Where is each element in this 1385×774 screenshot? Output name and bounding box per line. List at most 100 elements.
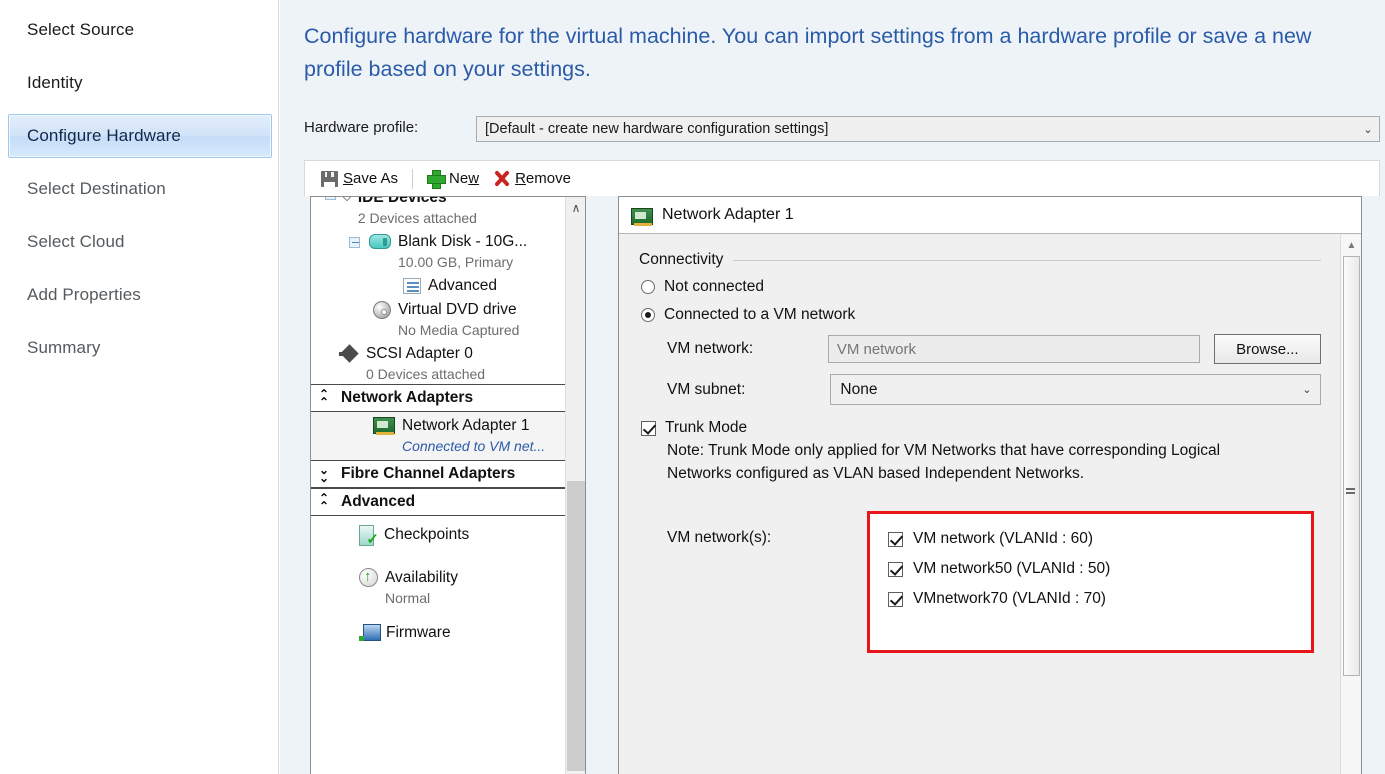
tree-node-sublabel: Normal [385, 590, 430, 606]
tree-group-fibre-channel-adapters[interactable]: ⌄⌄ Fibre Channel Adapters [311, 460, 566, 488]
expand-box-icon[interactable] [325, 196, 342, 205]
hardware-device-tree[interactable]: ⌵ IDE Devices 2 Devices attached Blank D… [310, 196, 586, 774]
disk-icon [369, 234, 391, 249]
device-detail-panel: Network Adapter 1 Connectivity Not conne… [618, 196, 1362, 774]
tree-scrollbar[interactable]: ∧ [565, 197, 585, 774]
wizard-step-label: Identity [27, 73, 83, 93]
save-as-button[interactable]: Save As [314, 165, 405, 193]
tree-group-network-adapters[interactable]: ⌃⌃ Network Adapters [311, 384, 566, 412]
tree-node-ide-devices[interactable]: ⌵ IDE Devices 2 Devices attached [311, 196, 566, 228]
tree-node-availability[interactable]: Availability Normal [311, 545, 566, 608]
firmware-icon [359, 624, 379, 641]
tree-node-sublabel: Connected to VM net... [402, 438, 545, 454]
chevron-down-icon: ⌄ [1294, 383, 1320, 396]
radio-button-icon[interactable] [641, 280, 655, 294]
tree-node-network-adapter-1[interactable]: Network Adapter 1 Connected to VM net... [311, 412, 566, 460]
connectivity-legend-text: Connectivity [639, 251, 723, 269]
tree-node-label: SCSI Adapter 0 [366, 345, 473, 362]
availability-icon [359, 568, 378, 587]
vm-subnet-select[interactable]: None ⌄ [830, 374, 1321, 405]
vm-network-item-label: VM network50 (VLANId : 50) [913, 560, 1110, 578]
vm-network-label: VM network: [667, 340, 828, 358]
radio-connected-label: Connected to a VM network [664, 306, 855, 324]
tree-node-sublabel: 0 Devices attached [366, 366, 485, 382]
wizard-step-identity[interactable]: Identity [8, 61, 272, 105]
trunk-mode-label: Trunk Mode [665, 419, 747, 437]
save-as-label: Save As [343, 170, 398, 187]
scrollbar-grip-icon [1346, 488, 1355, 496]
expand-box-icon[interactable] [349, 235, 364, 253]
hardware-profile-toolbar: Save As New Remove [304, 160, 1380, 196]
tree-node-label: Firmware [386, 622, 451, 643]
vm-network-list-item[interactable]: VMnetwork70 (VLANId : 70) [888, 584, 1311, 614]
tree-group-label: Fibre Channel Adapters [341, 465, 515, 483]
tree-node-blank-disk[interactable]: Blank Disk - 10G... 10.00 GB, Primary [311, 228, 566, 272]
tree-node-firmware[interactable]: Firmware [311, 608, 566, 643]
tree-group-advanced[interactable]: ⌃⌃ Advanced [311, 488, 566, 516]
new-label: New [449, 170, 479, 187]
connectivity-group-label: Connectivity [639, 251, 1321, 269]
wizard-step-select-source[interactable]: Select Source [8, 8, 272, 52]
scroll-up-arrow-icon[interactable]: ▲ [1341, 235, 1362, 255]
radio-not-connected[interactable]: Not connected [641, 278, 1321, 296]
wizard-step-select-cloud[interactable]: Select Cloud [8, 220, 272, 264]
tree-node-advanced-disk[interactable]: Advanced [311, 272, 566, 296]
tree-node-label: IDE Devices [358, 196, 447, 206]
chevron-double-up-icon[interactable]: ⌃⌃ [319, 494, 341, 510]
remove-button[interactable]: Remove [486, 165, 578, 193]
vm-network-list-item[interactable]: VM network50 (VLANId : 50) [888, 554, 1311, 584]
wizard-step-label: Select Source [27, 20, 134, 40]
chevron-double-down-icon[interactable]: ⌄⌄ [319, 466, 341, 482]
wizard-step-nav: Select Source Identity Configure Hardwar… [0, 0, 279, 774]
detail-scrollbar[interactable]: ▲ [1340, 235, 1361, 774]
scroll-up-arrow-icon[interactable]: ∧ [566, 197, 586, 219]
chevron-down-icon[interactable]: ⌵ [342, 196, 352, 206]
tree-node-label: Virtual DVD drive [398, 301, 517, 318]
radio-connected-to-vm-network[interactable]: Connected to a VM network [641, 306, 1321, 324]
group-rule [733, 260, 1321, 261]
chevron-double-up-icon[interactable]: ⌃⌃ [319, 390, 341, 406]
vm-network-field-row: VM network: VM network Browse... [667, 334, 1321, 364]
checkbox-icon[interactable] [888, 592, 903, 607]
advanced-icon [403, 278, 421, 294]
page-title: Configure hardware for the virtual machi… [304, 20, 1334, 86]
hardware-profile-select[interactable]: [Default - create new hardware configura… [476, 116, 1380, 142]
tree-scrollbar-thumb[interactable] [567, 481, 585, 771]
detail-scrollbar-thumb[interactable] [1343, 256, 1360, 676]
checkpoints-icon [359, 525, 377, 544]
wizard-step-add-properties[interactable]: Add Properties [8, 273, 272, 317]
hardware-profile-label: Hardware profile: [304, 119, 418, 136]
radio-button-selected-icon[interactable] [641, 308, 655, 322]
hardware-profile-value: [Default - create new hardware configura… [477, 121, 1357, 137]
trunk-mode-checkbox-row[interactable]: Trunk Mode [641, 419, 1321, 437]
tree-node-scsi-adapter[interactable]: SCSI Adapter 0 0 Devices attached [311, 340, 566, 384]
vm-network-item-label: VMnetwork70 (VLANId : 70) [913, 590, 1106, 608]
wizard-step-configure-hardware[interactable]: Configure Hardware [8, 114, 272, 158]
vm-network-input[interactable]: VM network [828, 335, 1200, 363]
vm-networks-list[interactable]: VM network (VLANId : 60) VM network50 (V… [867, 511, 1314, 653]
tree-node-sublabel: No Media Captured [398, 322, 519, 338]
wizard-step-select-destination[interactable]: Select Destination [8, 167, 272, 211]
checkbox-icon[interactable] [888, 562, 903, 577]
vm-networks-label: VM network(s): [667, 511, 867, 653]
wizard-step-label: Add Properties [27, 285, 141, 305]
remove-label: Remove [515, 170, 571, 187]
hardware-profile-row: Hardware profile: [Default - create new … [304, 116, 1380, 142]
toolbar-divider [412, 169, 413, 189]
checkbox-icon[interactable] [888, 532, 903, 547]
vm-network-list-item[interactable]: VM network (VLANId : 60) [888, 524, 1311, 554]
checkbox-icon[interactable] [641, 421, 656, 436]
chevron-down-icon: ⌄ [1357, 123, 1379, 136]
tree-node-sublabel: 10.00 GB, Primary [398, 254, 513, 270]
wizard-step-label: Select Destination [27, 179, 166, 199]
plus-icon [427, 170, 444, 187]
tree-node-checkpoints[interactable]: Checkpoints [311, 516, 566, 545]
scsi-icon [339, 345, 359, 363]
tree-node-label: Checkpoints [384, 524, 469, 545]
nic-icon [373, 417, 395, 434]
tree-node-virtual-dvd[interactable]: Virtual DVD drive No Media Captured [311, 296, 566, 340]
new-button[interactable]: New [420, 165, 486, 193]
browse-button[interactable]: Browse... [1214, 334, 1321, 364]
wizard-step-summary[interactable]: Summary [8, 326, 272, 370]
vm-network-item-label: VM network (VLANId : 60) [913, 530, 1093, 548]
